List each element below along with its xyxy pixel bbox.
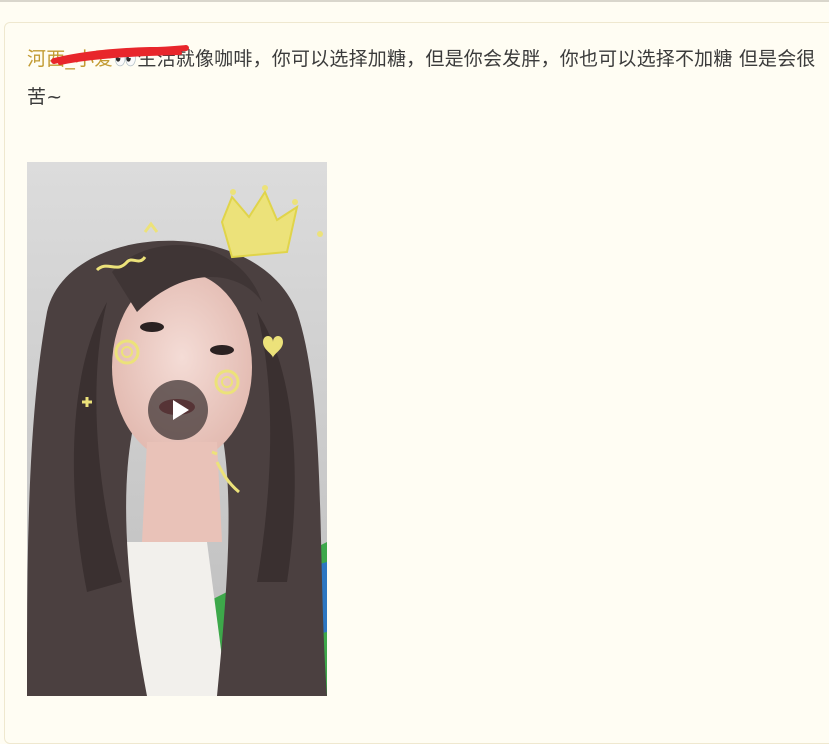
video-thumbnail[interactable]: [27, 162, 327, 696]
play-button[interactable]: [148, 380, 208, 440]
play-icon: [172, 400, 189, 420]
author-emoji: 👀: [113, 48, 138, 70]
top-divider: [0, 0, 829, 2]
post-content: 河西_小爱👀生活就像咖啡，你可以选择加糖，但是你会发胖，你也可以选择不加糖 但是…: [27, 40, 817, 116]
post-body-text: 生活就像咖啡，你可以选择加糖，但是你会发胖，你也可以选择不加糖 但是会很苦~: [27, 48, 816, 108]
author-link[interactable]: 河西_小爱: [27, 48, 114, 70]
